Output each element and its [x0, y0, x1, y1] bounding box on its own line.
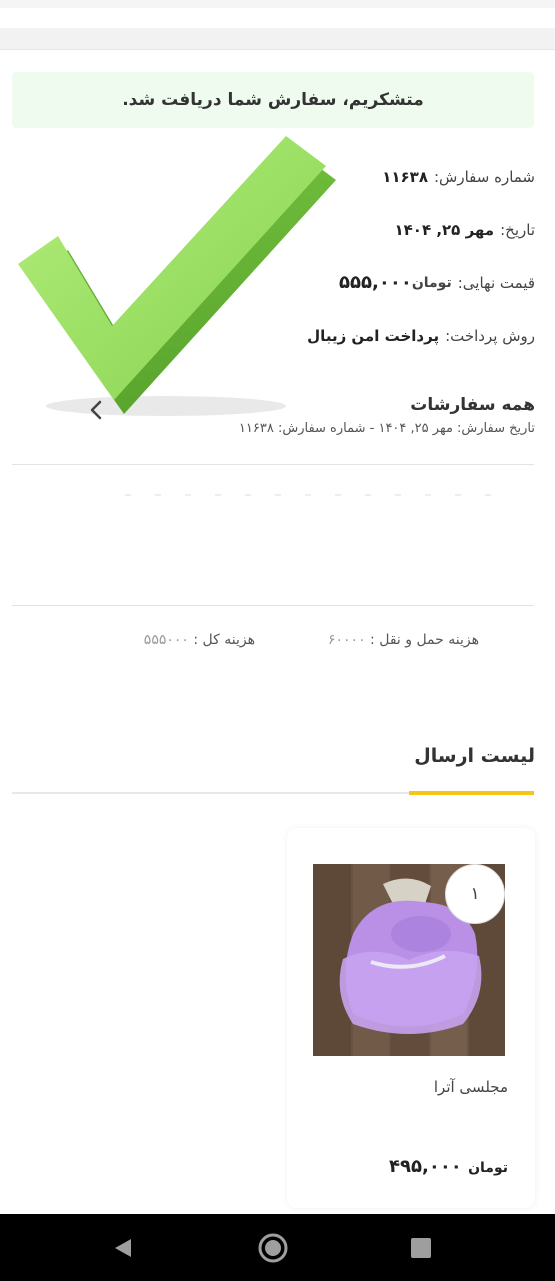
quantity-badge: ۱ — [445, 864, 505, 924]
status-strip — [0, 0, 555, 8]
cost-summary: هزینه حمل و نقل : ۶۰۰۰۰ هزینه کل : ۵۵۵۰۰… — [0, 632, 555, 658]
order-total-label: قیمت نهایی: — [457, 273, 535, 292]
payment-method-label: روش پرداخت: — [445, 326, 535, 345]
shipping-list-title: لیست ارسال — [414, 745, 535, 767]
back-icon[interactable] — [107, 1232, 139, 1264]
all-orders-meta: تاریخ سفارش: مهر ۲۵, ۱۴۰۴ - شماره سفارش:… — [238, 421, 535, 436]
success-banner: متشکریم، سفارش شما دریافت شد. — [12, 72, 534, 128]
product-card[interactable]: ۱ مجلسی آترا تومان ۴۹۵,۰۰۰ — [287, 828, 535, 1208]
order-date-label: تاریخ: — [500, 220, 535, 239]
order-number-label: شماره سفارش: — [433, 167, 535, 186]
order-details: شماره سفارش: ۱۱۶۳۸ تاریخ: مهر ۲۵, ۱۴۰۴ ق… — [295, 150, 535, 362]
product-price-value: ۴۹۵,۰۰۰ — [389, 1156, 462, 1177]
order-date-value: مهر ۲۵, ۱۴۰۴ — [394, 220, 495, 239]
home-icon[interactable] — [257, 1232, 289, 1264]
shipping-cost: هزینه حمل و نقل : ۶۰۰۰۰ — [328, 632, 479, 648]
order-date-row: تاریخ: مهر ۲۵, ۱۴۰۴ — [295, 203, 535, 256]
shipping-cost-value: ۶۰۰۰۰ — [327, 632, 366, 648]
order-total-value: ۵۵۵,۰۰۰ — [339, 272, 412, 293]
faded-content-line — [125, 494, 505, 496]
payment-method-value: پرداخت امن زیبال — [307, 326, 440, 345]
recent-apps-icon[interactable] — [405, 1232, 437, 1264]
divider — [12, 464, 534, 465]
all-orders-title: همه سفارشات — [410, 395, 535, 415]
system-nav-bar — [0, 1214, 555, 1281]
success-message: متشکریم، سفارش شما دریافت شد. — [122, 90, 424, 110]
order-number-row: شماره سفارش: ۱۱۶۳۸ — [295, 150, 535, 203]
shipping-cost-label: هزینه حمل و نقل : — [370, 632, 479, 648]
section-accent-underline — [409, 791, 534, 795]
product-price: تومان ۴۹۵,۰۰۰ — [389, 1156, 508, 1177]
payment-method-row: روش پرداخت: پرداخت امن زیبال — [295, 309, 535, 362]
divider — [12, 605, 534, 606]
top-bar — [0, 28, 555, 50]
quantity-value: ۱ — [470, 884, 480, 904]
order-confirmation-page: متشکریم، سفارش شما دریافت شد. شماره سفار… — [0, 0, 555, 1281]
chevron-left-icon — [89, 399, 103, 427]
total-cost: هزینه کل : ۵۵۵۰۰۰ — [144, 632, 255, 648]
all-orders-link[interactable]: همه سفارشات تاریخ سفارش: مهر ۲۵, ۱۴۰۴ - … — [90, 395, 535, 451]
total-cost-value: ۵۵۵۰۰۰ — [143, 632, 189, 648]
order-total-currency: تومان — [411, 274, 452, 291]
order-number-value: ۱۱۶۳۸ — [382, 167, 428, 186]
total-cost-label: هزینه کل : — [193, 632, 255, 648]
product-price-currency: تومان — [468, 1160, 508, 1176]
order-total-row: قیمت نهایی: تومان ۵۵۵,۰۰۰ — [295, 256, 535, 309]
product-name[interactable]: مجلسی آترا — [434, 1078, 508, 1096]
